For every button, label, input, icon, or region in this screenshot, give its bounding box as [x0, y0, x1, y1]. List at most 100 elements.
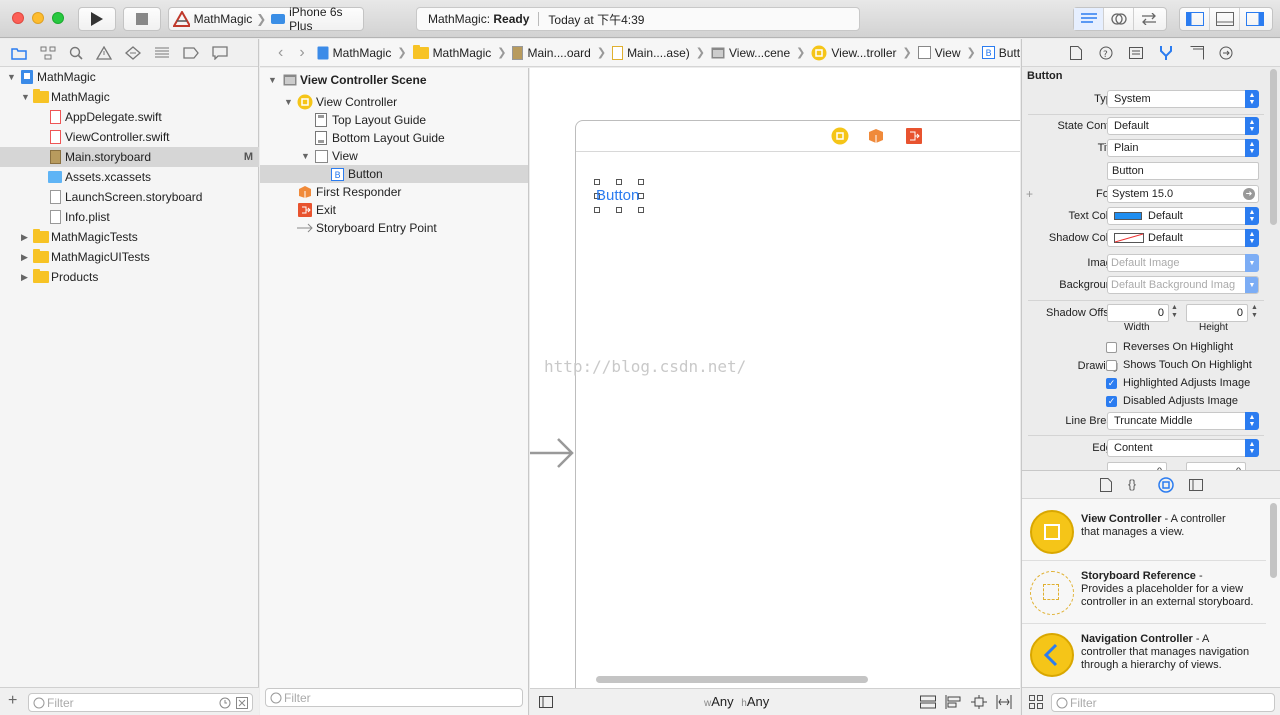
edge-popup[interactable]: Content ▲ ▼ — [1107, 439, 1259, 457]
nav-item-file-selected[interactable]: Main.storyboard M — [0, 147, 259, 167]
breadcrumb-view-controller[interactable]: View...troller — [811, 45, 897, 61]
selection-handle[interactable] — [594, 207, 600, 213]
reverses-checkbox[interactable] — [1106, 342, 1117, 353]
type-popup[interactable]: System ▲ ▼ — [1107, 90, 1259, 108]
library-scrollbar[interactable] — [1270, 503, 1277, 578]
storyboard-canvas[interactable]: Button http://blog.csdn.net/ — [530, 68, 1020, 688]
media-library-icon[interactable] — [1189, 479, 1203, 491]
highlighted-checkbox[interactable]: ✓ — [1106, 378, 1117, 389]
add-icon[interactable]: + — [8, 692, 17, 710]
identity-inspector-icon[interactable] — [1129, 47, 1143, 59]
navigator-filter-input[interactable]: Filter — [28, 693, 253, 712]
outline-filter-input[interactable]: Filter — [265, 688, 523, 707]
outline-first-responder[interactable]: First Responder — [260, 183, 528, 201]
breadcrumb-folder[interactable]: MathMagic — [412, 44, 491, 60]
symbol-navigator-icon[interactable] — [40, 46, 56, 60]
nav-item-folder[interactable]: ▶ MathMagicTests — [0, 227, 259, 247]
nav-item-file[interactable]: ViewController.swift — [0, 127, 259, 147]
toggle-utilities-button[interactable] — [1240, 8, 1270, 30]
outline-exit[interactable]: Exit — [260, 201, 528, 219]
connections-inspector-icon[interactable] — [1219, 46, 1233, 60]
run-button[interactable] — [78, 7, 116, 31]
resolve-icon[interactable] — [996, 695, 1012, 709]
help-icon[interactable]: ? — [1099, 46, 1113, 60]
entry-point-arrow-icon[interactable] — [530, 436, 578, 470]
search-icon[interactable] — [69, 46, 83, 60]
test-diamond-icon[interactable] — [125, 45, 141, 60]
title-popup[interactable]: Plain ▲ ▼ — [1107, 139, 1259, 157]
selection-handle[interactable] — [594, 179, 600, 185]
inspector-scrollbar[interactable] — [1270, 69, 1277, 225]
report-icon[interactable] — [212, 45, 228, 60]
first-responder-icon[interactable] — [868, 128, 884, 144]
align-icon[interactable] — [945, 695, 961, 709]
stack-icon[interactable] — [920, 695, 936, 709]
nav-item-project[interactable]: ▼ MathMagic — [0, 67, 259, 87]
disclosure-open-icon[interactable]: ▼ — [21, 92, 30, 102]
selection-handle[interactable] — [616, 207, 622, 213]
close-window-button[interactable] — [12, 12, 24, 24]
grid-view-icon[interactable] — [1029, 695, 1043, 709]
image-combo[interactable]: Default Image ▼ — [1107, 254, 1259, 272]
shadow-color-popup[interactable]: Default ▲ ▼ — [1107, 229, 1259, 247]
stop-button[interactable] — [123, 7, 161, 31]
version-editor-button[interactable] — [1134, 8, 1164, 30]
selected-button-frame[interactable]: Button — [594, 179, 644, 213]
view-controller-scene[interactable]: Button — [575, 120, 1020, 688]
attributes-inspector-icon[interactable] — [1159, 45, 1173, 61]
nav-item-folder[interactable]: ▶ MathMagicUITests — [0, 247, 259, 267]
library-item-navigation-controller[interactable]: Navigation Controller - Acontroller that… — [1022, 625, 1266, 685]
selection-handle[interactable] — [616, 179, 622, 185]
shows-touch-checkbox[interactable] — [1106, 360, 1117, 371]
nav-item-file[interactable]: LaunchScreen.storyboard — [0, 187, 259, 207]
folder-navigator-icon[interactable] — [11, 46, 27, 60]
add-variation-icon[interactable]: + — [1026, 187, 1033, 201]
canvas-horizontal-scrollbar[interactable] — [596, 676, 868, 683]
line-break-popup[interactable]: Truncate Middle ▲ ▼ — [1107, 412, 1259, 430]
breadcrumb-button[interactable]: B Button — [981, 46, 1020, 60]
code-snippet-icon[interactable]: {} — [1128, 477, 1136, 491]
shadow-offset-height-field[interactable]: 0 — [1186, 304, 1248, 322]
size-class-control[interactable]: wAny hAny — [704, 694, 769, 709]
outline-entry-point[interactable]: Storyboard Entry Point — [260, 219, 528, 237]
back-chevron-icon[interactable]: ‹ — [278, 44, 283, 62]
breadcrumb-view[interactable]: View — [917, 46, 961, 60]
zoom-window-button[interactable] — [52, 12, 64, 24]
nav-item-folder[interactable]: ▼ MathMagic — [0, 87, 259, 107]
disclosure-closed-icon[interactable]: ▶ — [21, 252, 28, 263]
document-outline-toggle-icon[interactable] — [539, 696, 553, 708]
selection-handle[interactable] — [638, 207, 644, 213]
scm-filter-icon[interactable] — [236, 696, 248, 709]
inset-width-field[interactable]: 0 — [1107, 462, 1167, 470]
outline-view[interactable]: ▼ View — [260, 147, 528, 165]
object-library-icon[interactable] — [1158, 477, 1174, 493]
minimize-window-button[interactable] — [32, 12, 44, 24]
toggle-debug-button[interactable] — [1210, 8, 1240, 30]
stepper-icon[interactable]: ▲ ▼ — [1251, 304, 1258, 320]
nav-item-file[interactable]: AppDelegate.swift — [0, 107, 259, 127]
breadcrumb-base-storyboard[interactable]: Main....ase) — [612, 45, 690, 60]
shadow-offset-width-field[interactable]: 0 — [1107, 304, 1169, 322]
disclosure-open-icon[interactable]: ▼ — [268, 75, 277, 85]
breadcrumb-project[interactable]: MathMagic — [317, 46, 391, 60]
toggle-navigator-button[interactable] — [1180, 8, 1210, 30]
font-picker-icon[interactable]: ➜ — [1243, 188, 1255, 200]
size-inspector-icon[interactable] — [1190, 46, 1204, 60]
pin-icon[interactable] — [971, 695, 987, 709]
disabled-checkbox[interactable]: ✓ — [1106, 396, 1117, 407]
library-item-view-controller[interactable]: View Controller - A controller that manag… — [1022, 505, 1266, 561]
scheme-selector[interactable]: MathMagic ❯ iPhone 6s Plus — [168, 5, 364, 33]
state-config-popup[interactable]: Default ▲ ▼ — [1107, 117, 1259, 135]
standard-editor-button[interactable] — [1074, 8, 1104, 30]
nav-item-folder[interactable]: ▶ Products — [0, 267, 259, 287]
inset-height-field[interactable]: 0 — [1186, 462, 1246, 470]
file-template-icon[interactable] — [1100, 478, 1112, 492]
stepper-icon[interactable]: ▲ ▼ — [1171, 304, 1178, 320]
disclosure-closed-icon[interactable]: ▶ — [21, 232, 28, 243]
library-item-storyboard-reference[interactable]: Storyboard Reference - Provides a placeho… — [1022, 562, 1266, 624]
title-text-field[interactable]: Button — [1107, 162, 1259, 180]
outline-view-controller[interactable]: ▼ View Controller — [260, 93, 528, 111]
forward-chevron-icon[interactable]: › — [299, 44, 304, 62]
outline-top-layout-guide[interactable]: Top Layout Guide — [260, 111, 528, 129]
warning-icon[interactable] — [96, 45, 112, 60]
